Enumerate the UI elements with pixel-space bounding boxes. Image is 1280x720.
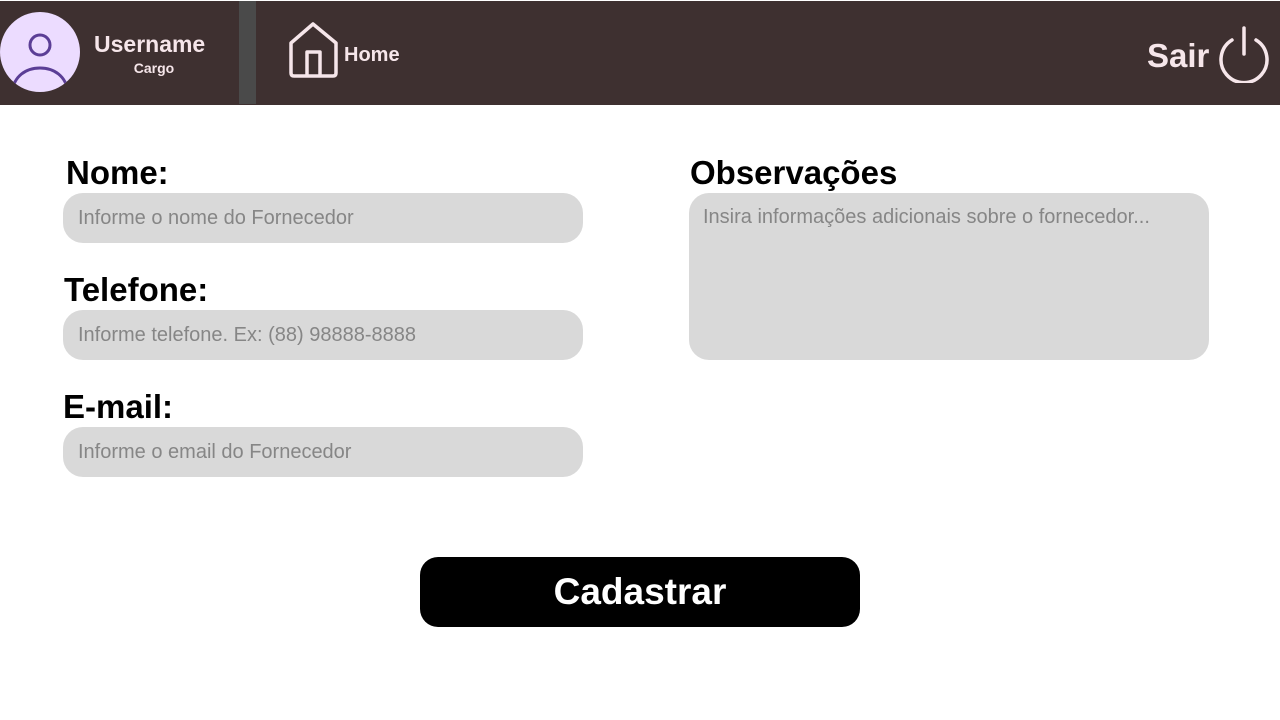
phone-input[interactable] bbox=[63, 310, 583, 360]
name-label: Nome: bbox=[66, 154, 169, 191]
home-icon bbox=[289, 22, 338, 78]
header-divider bbox=[239, 1, 256, 104]
user-role: Cargo bbox=[133, 60, 175, 76]
name-input[interactable] bbox=[63, 193, 583, 243]
logout-label: Sair bbox=[1147, 37, 1210, 74]
home-label: Home bbox=[344, 44, 400, 66]
notes-textarea[interactable] bbox=[689, 193, 1209, 360]
notes-label: Observações bbox=[690, 154, 898, 191]
logout-button[interactable]: Sair bbox=[1140, 23, 1275, 85]
register-button[interactable]: Cadastrar bbox=[420, 557, 860, 627]
home-nav-link[interactable]: Home bbox=[286, 21, 416, 79]
top-header: Username Cargo Home Sair bbox=[0, 1, 1280, 105]
phone-label: Telefone: bbox=[64, 271, 209, 308]
email-input[interactable] bbox=[63, 427, 583, 477]
email-label: E-mail: bbox=[63, 388, 174, 425]
avatar bbox=[0, 12, 80, 92]
username: Username bbox=[94, 31, 206, 57]
power-icon bbox=[1219, 26, 1269, 83]
user-avatar-icon bbox=[10, 33, 70, 92]
